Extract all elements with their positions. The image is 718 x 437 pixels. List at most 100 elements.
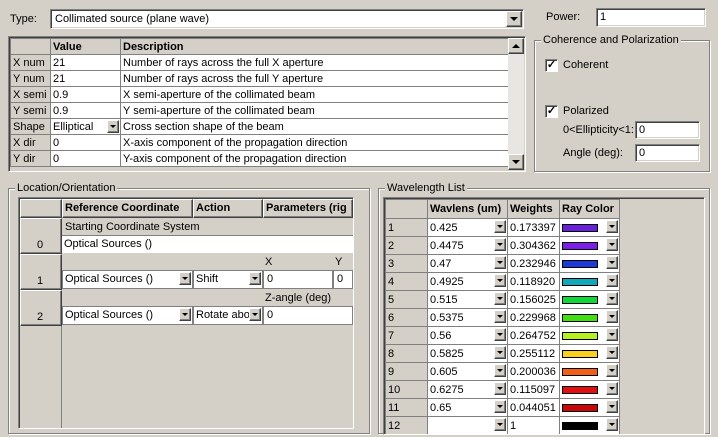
location-row1-action-select[interactable]: Shift <box>193 270 263 289</box>
wavelength-value-select[interactable]: 0.65 <box>427 398 508 417</box>
wavelength-value-select[interactable] <box>427 416 508 434</box>
weight-value[interactable]: 0.173397 <box>507 218 560 237</box>
weight-value[interactable]: 0.118920 <box>507 272 560 291</box>
location-row0-coord[interactable]: Optical Sources () <box>62 235 353 253</box>
ray-color-select[interactable] <box>559 290 620 309</box>
shape-select[interactable]: Elliptical <box>50 118 121 135</box>
type-select[interactable]: Collimated source (plane wave) <box>50 9 524 29</box>
param-value[interactable]: 0.9 <box>50 102 121 119</box>
wavelength-header-wavlens[interactable]: Wavlens (um) <box>427 199 508 219</box>
shape-dropdown-button[interactable] <box>107 120 119 133</box>
param-value[interactable]: 0 <box>50 134 121 151</box>
wavelength-dropdown-button[interactable] <box>494 310 506 323</box>
wavelength-dropdown-button[interactable] <box>494 292 506 305</box>
weight-value[interactable]: 1 <box>507 416 560 434</box>
wavelength-value-select[interactable]: 0.47 <box>427 254 508 273</box>
weight-value[interactable]: 0.044051 <box>507 398 560 417</box>
ray-color-select[interactable] <box>559 272 620 291</box>
ray-color-select[interactable] <box>559 344 620 363</box>
power-input[interactable]: 1 <box>596 8 706 27</box>
ray-color-select[interactable] <box>559 326 620 345</box>
wavelength-dropdown-button[interactable] <box>494 418 506 431</box>
wavelength-value-select[interactable]: 0.4925 <box>427 272 508 291</box>
location-row2-coord-select[interactable]: Optical Sources () <box>62 306 193 325</box>
location-header-parameters[interactable]: Parameters (rig <box>263 199 353 218</box>
wavelength-value-select[interactable]: 0.6275 <box>427 380 508 399</box>
ellipticity-input[interactable]: 0 <box>635 121 700 139</box>
wavelength-dropdown-button[interactable] <box>494 346 506 359</box>
wavelength-value-select[interactable]: 0.5375 <box>427 308 508 327</box>
weight-value[interactable]: 0.232946 <box>507 254 560 273</box>
coord-dropdown-button[interactable] <box>179 308 191 321</box>
color-dropdown-button[interactable] <box>606 400 618 413</box>
wavelength-dropdown-button[interactable] <box>494 382 506 395</box>
wavelength-dropdown-button[interactable] <box>494 328 506 341</box>
location-row1-coord-select[interactable]: Optical Sources () <box>62 270 193 289</box>
location-row1-param-y[interactable]: 0 <box>333 270 353 289</box>
ray-color-select[interactable] <box>559 416 620 434</box>
color-dropdown-button[interactable] <box>606 418 618 431</box>
action-dropdown-button[interactable] <box>249 272 261 285</box>
color-dropdown-button[interactable] <box>606 238 618 251</box>
wavelength-value-select[interactable]: 0.425 <box>427 218 508 237</box>
type-dropdown-button[interactable] <box>506 11 522 27</box>
coord-dropdown-button[interactable] <box>179 272 191 285</box>
color-dropdown-button[interactable] <box>606 382 618 395</box>
wavelength-dropdown-button[interactable] <box>494 256 506 269</box>
color-dropdown-button[interactable] <box>606 292 618 305</box>
wavelength-value-select[interactable]: 0.4475 <box>427 236 508 255</box>
weight-value[interactable]: 0.200036 <box>507 362 560 381</box>
color-dropdown-button[interactable] <box>606 364 618 377</box>
wavelength-header-weights[interactable]: Weights <box>507 199 560 219</box>
ray-color-swatch <box>562 313 598 322</box>
wavelength-header-ray-color[interactable]: Ray Color <box>559 199 620 219</box>
polarized-checkbox[interactable]: ✓ <box>545 105 558 118</box>
location-row2-action-select[interactable]: Rotate abo <box>193 306 263 325</box>
weight-value[interactable]: 0.264752 <box>507 326 560 345</box>
color-dropdown-button[interactable] <box>606 328 618 341</box>
wavelength-value-select[interactable]: 0.56 <box>427 326 508 345</box>
param-value[interactable]: 0 <box>50 150 121 167</box>
ray-color-select[interactable] <box>559 218 620 237</box>
color-dropdown-button[interactable] <box>606 256 618 269</box>
ray-color-swatch <box>562 403 598 412</box>
color-dropdown-button[interactable] <box>606 220 618 233</box>
param-header-value[interactable]: Value <box>50 38 121 55</box>
color-dropdown-button[interactable] <box>606 310 618 323</box>
wavelength-value-select[interactable]: 0.5825 <box>427 344 508 363</box>
location-header-reference[interactable]: Reference Coordinate <box>62 199 193 218</box>
location-header-action[interactable]: Action <box>193 199 263 218</box>
wavelength-value-select[interactable]: 0.605 <box>427 362 508 381</box>
wavelength-dropdown-button[interactable] <box>494 400 506 413</box>
location-row1-param-x[interactable]: 0 <box>263 270 333 289</box>
wavelength-value-select[interactable]: 0.515 <box>427 290 508 309</box>
param-value[interactable]: 0.9 <box>50 86 121 103</box>
ray-color-select[interactable] <box>559 398 620 417</box>
param-header-description[interactable]: Description <box>120 38 509 55</box>
param-value[interactable]: 21 <box>50 70 121 87</box>
weight-value[interactable]: 0.115097 <box>507 380 560 399</box>
coherent-checkbox[interactable]: ✓ <box>545 59 558 72</box>
color-dropdown-button[interactable] <box>606 274 618 287</box>
weight-value[interactable]: 0.156025 <box>507 290 560 309</box>
ray-color-select[interactable] <box>559 308 620 327</box>
weight-value[interactable]: 0.255112 <box>507 344 560 363</box>
wavelength-dropdown-button[interactable] <box>494 220 506 233</box>
ray-color-select[interactable] <box>559 254 620 273</box>
wavelength-dropdown-button[interactable] <box>494 238 506 251</box>
location-row2-param[interactable]: 0 <box>263 306 353 325</box>
wavelength-dropdown-button[interactable] <box>494 274 506 287</box>
weight-value[interactable]: 0.304362 <box>507 236 560 255</box>
action-dropdown-button[interactable] <box>249 308 261 321</box>
color-dropdown-button[interactable] <box>606 346 618 359</box>
wavelength-dropdown-button[interactable] <box>494 364 506 377</box>
scroll-up-button[interactable] <box>508 38 524 54</box>
param-value[interactable]: 21 <box>50 54 121 71</box>
ray-color-select[interactable] <box>559 380 620 399</box>
param-scrollbar[interactable] <box>508 38 524 170</box>
weight-value[interactable]: 0.229968 <box>507 308 560 327</box>
ray-color-select[interactable] <box>559 236 620 255</box>
ray-color-select[interactable] <box>559 362 620 381</box>
scroll-down-button[interactable] <box>508 154 524 170</box>
angle-input[interactable]: 0 <box>635 144 700 162</box>
